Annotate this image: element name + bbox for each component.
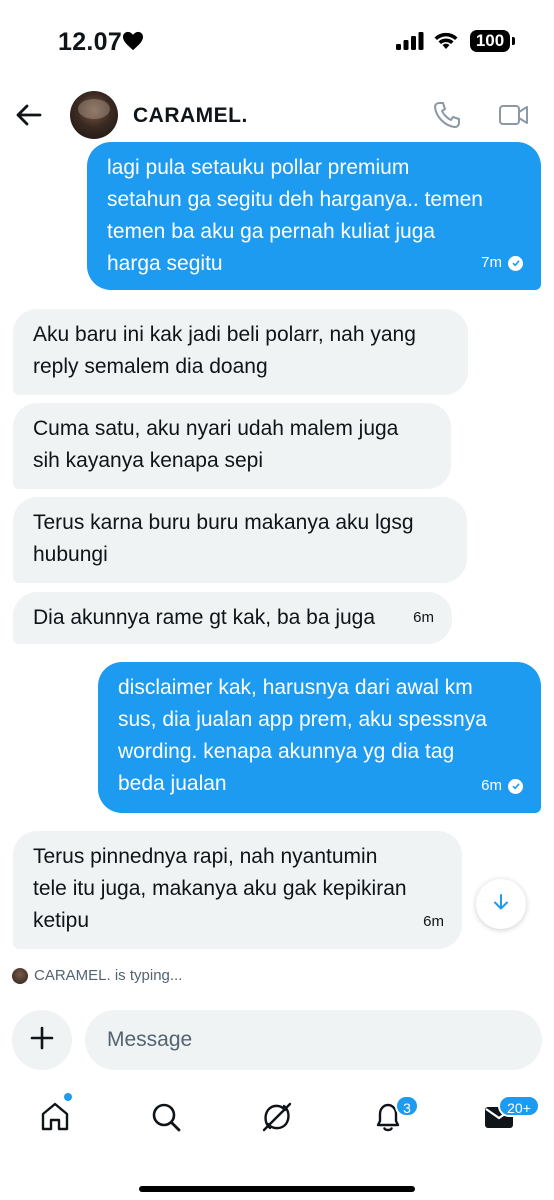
- typing-avatar: [12, 967, 28, 984]
- message-outgoing[interactable]: lagi pula setauku pollar premium setahun…: [87, 142, 541, 290]
- seen-check-icon: [508, 778, 523, 794]
- contact-name[interactable]: CARAMEL.: [133, 104, 248, 128]
- video-call-icon[interactable]: [498, 102, 530, 133]
- message-line: Terus pinnednya rapi, nah nyantumin: [33, 845, 378, 868]
- message-time: 6m: [481, 777, 502, 794]
- tab-home[interactable]: [33, 1097, 77, 1141]
- add-media-button[interactable]: [12, 1010, 72, 1070]
- status-bar: 12.07 100: [0, 0, 554, 84]
- message-line: hubungi: [33, 543, 108, 566]
- messages-badge: 20+: [498, 1095, 540, 1117]
- arrow-down-icon: [491, 892, 511, 917]
- message-line: sus, dia jualan app prem, aku spessnya: [118, 708, 487, 731]
- message-meta: 6m: [413, 602, 434, 634]
- message-line: temen ba aku ga pernah kuliat juga: [107, 220, 436, 243]
- plus-icon: [29, 1025, 55, 1056]
- battery-level: 100: [470, 30, 510, 52]
- heart-icon: [122, 31, 144, 56]
- grok-icon: [260, 1100, 294, 1139]
- home-indicator: [139, 1186, 415, 1192]
- notifications-badge: 3: [395, 1095, 419, 1117]
- message-line: Aku baru ini kak jadi beli polarr, nah y…: [33, 323, 416, 346]
- message-line: Terus karna buru buru makanya aku lgsg: [33, 511, 414, 534]
- message-line: tele itu juga, makanya aku gak kepikiran: [33, 877, 407, 900]
- message-line: setahun ga segitu deh harganya.. temen: [107, 188, 483, 211]
- message-incoming[interactable]: Terus pinnednya rapi, nah nyantumin tele…: [13, 831, 462, 949]
- home-icon: [38, 1100, 72, 1139]
- message-line: disclaimer kak, harusnya dari awal km: [118, 676, 473, 699]
- seen-check-icon: [508, 255, 523, 271]
- message-time: 7m: [481, 254, 502, 271]
- message-line: beda jualan: [118, 772, 227, 795]
- wifi-icon: [433, 30, 459, 55]
- avatar[interactable]: [70, 91, 118, 139]
- phone-icon[interactable]: [432, 100, 462, 135]
- back-arrow-icon[interactable]: [14, 100, 44, 130]
- typing-indicator: CARAMEL. is typing...: [12, 967, 182, 984]
- status-time: 12.07: [58, 28, 123, 56]
- tab-grok[interactable]: [255, 1097, 299, 1141]
- message-meta: 7m: [481, 247, 523, 279]
- message-line: reply semalem dia doang: [33, 355, 268, 378]
- tab-search[interactable]: [144, 1097, 188, 1141]
- message-line: Cuma satu, aku nyari udah malem juga: [33, 417, 399, 440]
- battery-cap: [512, 37, 515, 45]
- message-line: harga segitu: [107, 252, 223, 275]
- message-time: 6m: [413, 609, 434, 626]
- message-meta: 6m: [423, 906, 444, 938]
- conversation-header: CARAMEL.: [0, 84, 554, 148]
- message-incoming[interactable]: Cuma satu, aku nyari udah malem juga sih…: [13, 403, 451, 489]
- message-line: wording. kenapa akunnya yg dia tag: [118, 740, 455, 763]
- message-line: lagi pula setauku pollar premium: [107, 156, 410, 179]
- message-incoming[interactable]: Dia akunnya rame gt kak, ba ba juga 6m: [13, 592, 452, 644]
- composer: [0, 1010, 554, 1072]
- message-input[interactable]: [85, 1010, 542, 1070]
- search-icon: [150, 1101, 182, 1138]
- message-outgoing[interactable]: disclaimer kak, harusnya dari awal km su…: [98, 662, 541, 813]
- message-time: 6m: [423, 913, 444, 930]
- message-meta: 6m: [481, 770, 523, 802]
- typing-text: CARAMEL. is typing...: [34, 967, 183, 984]
- message-incoming[interactable]: Aku baru ini kak jadi beli polarr, nah y…: [13, 309, 468, 395]
- bottom-tab-bar: 3 20+: [0, 1085, 554, 1155]
- home-unread-dot: [64, 1093, 72, 1101]
- message-line: sih kayanya kenapa sepi: [33, 449, 263, 472]
- signal-icon: [396, 32, 424, 55]
- message-incoming[interactable]: Terus karna buru buru makanya aku lgsg h…: [13, 497, 467, 583]
- message-line: ketipu: [33, 909, 90, 932]
- scroll-to-bottom-button[interactable]: [476, 879, 526, 929]
- message-line: Dia akunnya rame gt kak, ba ba juga: [33, 606, 376, 629]
